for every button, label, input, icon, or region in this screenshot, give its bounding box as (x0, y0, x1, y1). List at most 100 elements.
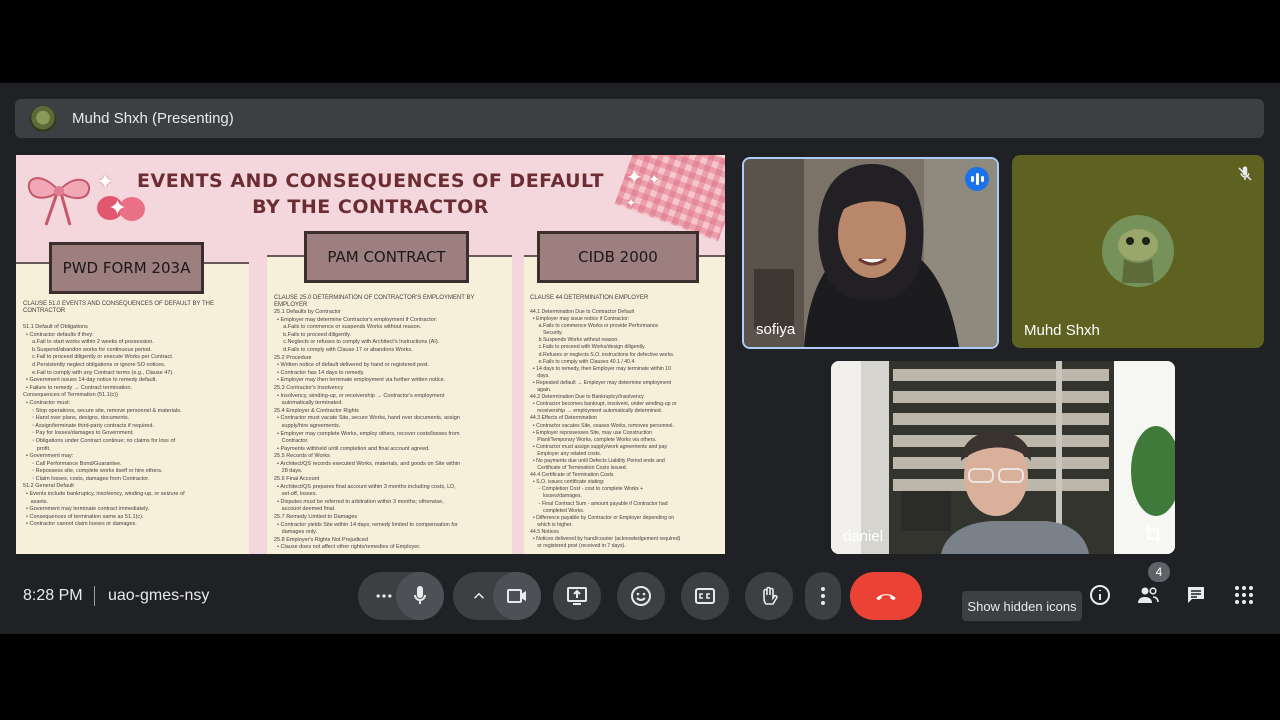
presenting-bar: Muhd Shxh (Presenting) (15, 99, 1264, 138)
participant-name: Muhd Shxh (1024, 322, 1100, 339)
column-line: • Failure to remedy → Contract terminati… (23, 384, 132, 391)
column-line: • Consequences of termination same as 51… (23, 513, 144, 520)
column-subtitle: CLAUSE 44 DETERMINATION EMPLOYER (530, 295, 649, 301)
mic-icon (414, 586, 426, 604)
column-line: ◦ Call Performance Bond/Guarantee. (23, 460, 122, 467)
column-line: 25.5 Records of Works (274, 453, 330, 460)
column-line: ◦ Hand over plans, designs, documents. (23, 415, 130, 422)
column-line: 25.6 Final Account (274, 476, 320, 483)
hang-up-icon (876, 594, 896, 601)
column-line: assets. (23, 498, 49, 505)
column-line: • Payments withheld until completion and… (274, 445, 430, 452)
column-line: 51.1 Default of Obligations (23, 324, 88, 330)
column-line: • Notices delivered by hand/courier (ack… (530, 536, 681, 542)
column-line: d.Refuses or neglects S.O. instructions … (530, 351, 675, 358)
column-line: 44.1 Determination Due to Contractor Def… (530, 309, 635, 315)
camera-icon (507, 589, 526, 603)
info-button[interactable] (1088, 583, 1112, 607)
activities-button[interactable] (1232, 583, 1256, 607)
column-line: • Contractor defaults if they: (23, 331, 94, 338)
column-line: days. (530, 372, 550, 379)
participant-name: daniel (843, 528, 884, 545)
column-heading: PAM CONTRACT (304, 231, 469, 283)
column-line: • No payments due until Defects Liabilit… (530, 457, 665, 464)
participant-avatar (1102, 215, 1174, 287)
presented-slide: ✦ ✦ ✦ ✦ ✦ EVENTS AND CONSEQUENCES OF DEFA… (16, 155, 725, 554)
column-line: account deemed final. (274, 506, 336, 513)
column-line: d.Fails to comply with Clause 17 or aban… (274, 346, 413, 353)
column-line: • Contractor must: (23, 399, 71, 406)
column-line: ◦ Assign/terminate third-party contracts… (23, 422, 154, 429)
column-line: 25.1 Defaults by Contractor (274, 309, 341, 315)
participant-video (744, 159, 997, 347)
mic-button[interactable] (396, 572, 444, 620)
column-line: e.Fail to comply with any Contract terms… (23, 369, 174, 376)
leave-call-button[interactable] (850, 572, 922, 620)
column-line: • Contractor becomes bankrupt, insolvent… (530, 401, 677, 408)
column-body: 44.1 Determination Due to Contractor Def… (530, 309, 680, 550)
column-line: • Employer repossesses Site, may use Con… (530, 429, 653, 436)
slide-title: EVENTS AND CONSEQUENCES OF DEFAULT BY TH… (137, 170, 604, 218)
column-line: 44.3 Effects of Determination (530, 415, 597, 422)
participant-tile-sofiya[interactable]: sofiya (742, 157, 999, 349)
column-line: ◦ Stop operations, secure site, remove p… (23, 407, 182, 414)
column-body: 25.1 Defaults by Contractor • Employer m… (274, 309, 460, 552)
chat-button[interactable] (1184, 583, 1208, 607)
column-line: which is higher. (530, 521, 573, 528)
column-line: b.Suspends Works without reason. (530, 337, 619, 344)
participant-video (831, 361, 1175, 554)
participant-tile-muhd[interactable]: Muhd Shxh (1012, 155, 1264, 348)
column-line: profit. (23, 445, 51, 452)
more-options-icon[interactable] (372, 584, 396, 608)
column-line: • Government may terminate contract imme… (23, 506, 150, 513)
participant-tile-daniel[interactable]: daniel (831, 361, 1175, 554)
camera-button[interactable] (493, 572, 541, 620)
meet-window: Muhd Shxh (Presenting) ✦ ✦ ✦ ✦ ✦ EVENTS A… (0, 83, 1280, 634)
chevron-up-icon[interactable] (467, 584, 491, 608)
column-line: • Written notice of default delivered by… (274, 362, 429, 369)
more-options-button[interactable] (805, 572, 841, 620)
crop-icon[interactable] (1143, 524, 1165, 546)
column-line: b.Suspend/abandon works for continuous p… (23, 346, 152, 353)
column-line: a.Fails to commence Works or provide Per… (530, 323, 659, 330)
info-icon (1090, 585, 1110, 605)
column-line: ◦ Pay for losses/damages to Government. (23, 430, 134, 437)
column-line: • Architect/QS records executed Works, m… (274, 460, 461, 467)
column-line: • Employer may then terminate employment… (274, 377, 446, 384)
column-line: 25.3 Contractor's Insolvency (274, 384, 344, 391)
hand-icon (763, 586, 778, 605)
column-line: set-off, losses. (274, 491, 317, 498)
meeting-time: 8:28 PM (23, 587, 83, 604)
column-line: receivership → employment automatically … (530, 408, 663, 415)
mic-off-icon (1238, 166, 1252, 181)
column-line: ◦ Claim losses, costs, damages from Cont… (23, 475, 150, 482)
column-line: 25.7 Remedy Limited to Damages (274, 514, 358, 521)
reactions-button[interactable] (617, 572, 665, 620)
mic-control[interactable] (358, 572, 444, 620)
column-line: • Contractor cannot claim losses or dama… (23, 521, 137, 528)
column-line: automatically terminated. (274, 400, 343, 407)
column-line: ◦ Repossess site, complete works itself … (23, 468, 163, 475)
raise-hand-button[interactable] (745, 572, 793, 620)
column-line: supply/hire agreements. (274, 422, 341, 429)
present-button[interactable] (553, 572, 601, 620)
column-line: • Architect/QS prepares final account wi… (274, 483, 456, 490)
column-line: c.Fail to proceed diligently or execute … (23, 354, 174, 361)
camera-control[interactable] (453, 572, 541, 620)
presenter-avatar (30, 105, 56, 132)
people-button[interactable] (1136, 583, 1160, 607)
column-line: • Contractor vacates Site, ceases Works,… (530, 422, 674, 429)
people-icon (1138, 587, 1159, 603)
column-line: • 14 days to remedy, then Employer may t… (530, 365, 671, 372)
present-screen-icon (567, 587, 587, 605)
captions-button[interactable] (681, 572, 729, 620)
column-line: e.Fails to comply with Clauses 40.1 / 40… (530, 358, 635, 365)
column-line: • Insolvency, winding-up, or receivershi… (274, 392, 445, 399)
column-line: completed Works. (530, 507, 585, 514)
column-line: • S.O. issues certificate stating: (530, 479, 605, 486)
column-line: • Contractor yields Site within 14 days;… (274, 521, 458, 528)
emoji-icon (631, 586, 651, 606)
column-line: ◦ Obligations under Contract continue; n… (23, 437, 176, 444)
column-line: Plant/Temporary Works, complete Works vi… (530, 436, 657, 443)
column-line: Certificate of Termination Costs issued. (530, 465, 628, 472)
